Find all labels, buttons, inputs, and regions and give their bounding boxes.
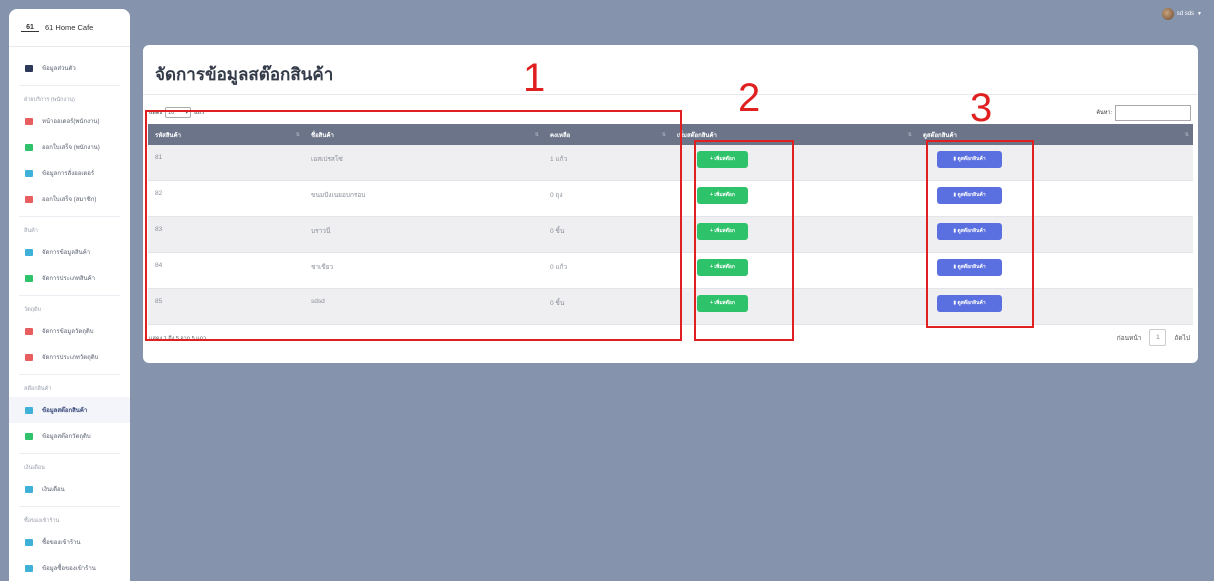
sidebar-section-title: เงินเดือน [24, 465, 45, 471]
sidebar: 61 61 Home Cafe ข้อมูลส่วนตัว ฝ่ายบริการ… [9, 9, 130, 581]
sidebar-item[interactable]: ข้อมูลซื้อของเข้าร้าน [9, 555, 130, 581]
sidebar-nav: ข้อมูลส่วนตัว ฝ่ายบริการ (พนักงาน) หน้าออ… [9, 47, 130, 581]
sidebar-item-label: จัดการประเภทวัตถุดิบ [42, 355, 99, 361]
page-button[interactable]: 1 [1149, 329, 1167, 346]
next-button[interactable]: ถัดไป [1174, 333, 1190, 343]
annotation-label-1: 1 [523, 56, 546, 100]
sidebar-section-title: วัตถุดิบ [24, 307, 42, 313]
sidebar-section-title: สต๊อกสินค้า [24, 386, 52, 392]
sidebar-item-label: ข้อมูลการสั่งออเดอร์ [42, 171, 95, 177]
sidebar-item[interactable]: จัดการประเภทสินค้า [9, 265, 130, 291]
sidebar-item[interactable]: ออกใบเสร็จ (พนักงาน) [9, 134, 130, 160]
sidebar-item[interactable]: จัดการข้อมูลสินค้า [9, 239, 130, 265]
brand-logo: 61 [21, 24, 39, 32]
sidebar-item-label: ซื้อของเข้าร้าน [42, 540, 81, 546]
sort-icon: ⇅ [907, 131, 912, 138]
menu-icon [25, 143, 33, 151]
sidebar-item[interactable]: เงินเดือน [9, 476, 130, 502]
brand[interactable]: 61 61 Home Cafe [9, 9, 130, 47]
menu-icon [25, 195, 33, 203]
brand-name: 61 Home Cafe [45, 23, 94, 32]
page-title: จัดการข้อมูลสต๊อกสินค้า [155, 65, 334, 84]
menu-icon [25, 248, 33, 256]
menu-icon [25, 485, 33, 493]
sidebar-item-label: ข้อมูลสต๊อกสินค้า [42, 408, 88, 414]
annotation-box-2 [694, 140, 794, 341]
sidebar-item-label: จัดการข้อมูลสินค้า [42, 250, 91, 256]
sidebar-item-label: จัดการข้อมูลวัตถุดิบ [42, 329, 94, 335]
sidebar-item[interactable]: ข้อมูลสต๊อกวัตถุดิบ [9, 423, 130, 449]
menu-icon [25, 169, 33, 177]
sidebar-item-profile[interactable]: ข้อมูลส่วนตัว [9, 55, 130, 81]
id-card-icon [25, 64, 33, 72]
sidebar-item-label: ข้อมูลส่วนตัว [42, 66, 76, 72]
sidebar-item[interactable]: ซื้อของเข้าร้าน [9, 529, 130, 555]
annotation-label-2: 2 [738, 76, 761, 120]
sidebar-item[interactable]: จัดการข้อมูลวัตถุดิบ [9, 318, 130, 344]
sidebar-item-label: ข้อมูลซื้อของเข้าร้าน [42, 566, 96, 572]
menu-icon [25, 564, 33, 572]
sidebar-item-label: ข้อมูลสต๊อกวัตถุดิบ [42, 434, 91, 440]
column-label: ดูสต๊อกสินค้า [923, 132, 957, 139]
sidebar-item-label: ออกใบเสร็จ (พนักงาน) [42, 145, 100, 151]
sidebar-item[interactable]: ข้อมูลการสั่งออเดอร์ [9, 160, 130, 186]
avatar [1161, 8, 1174, 20]
sort-icon: ⇅ [1184, 131, 1189, 138]
sidebar-item[interactable]: ข้อมูลสต๊อกสินค้า [9, 397, 130, 423]
menu-icon [25, 274, 33, 282]
annotation-box-3 [926, 140, 1034, 328]
sidebar-item-label: หน้าออเดอร์(พนักงาน) [42, 119, 100, 125]
menu-icon [25, 327, 33, 335]
sidebar-item-label: จัดการประเภทสินค้า [42, 276, 95, 282]
sidebar-item[interactable]: ออกใบเสร็จ (สมาชิก) [9, 186, 130, 212]
menu-icon [25, 353, 33, 361]
pagination: ก่อนหน้า 1 ถัดไป [1117, 329, 1190, 346]
sidebar-item-label: เงินเดือน [42, 487, 65, 493]
menu-icon [25, 538, 33, 546]
prev-button[interactable]: ก่อนหน้า [1117, 333, 1142, 343]
sidebar-item[interactable]: จัดการประเภทวัตถุดิบ [9, 344, 130, 370]
sidebar-item-label: ออกใบเสร็จ (สมาชิก) [42, 197, 97, 203]
user-menu[interactable]: sd sds ▼ [1161, 8, 1202, 20]
annotation-box-1 [145, 110, 682, 341]
menu-icon [25, 432, 33, 440]
user-name: sd sds [1176, 11, 1195, 17]
search-label: ค้นหา: [1096, 110, 1112, 116]
menu-icon [25, 406, 33, 414]
divider [143, 94, 1198, 95]
search-control: ค้นหา: [1096, 105, 1191, 121]
column-label: เพิ่มสต๊อกสินค้า [677, 132, 717, 139]
sidebar-section-title: ฝ่ายบริการ (พนักงาน) [24, 97, 75, 103]
sidebar-section-title: ซื้อของเข้าร้าน [24, 518, 60, 524]
sidebar-section-title: สินค้า [24, 228, 38, 234]
annotation-label-3: 3 [970, 86, 993, 130]
menu-icon [25, 117, 33, 125]
chevron-down-icon: ▼ [1197, 11, 1202, 17]
sidebar-item[interactable]: หน้าออเดอร์(พนักงาน) [9, 108, 130, 134]
search-input[interactable] [1115, 105, 1191, 121]
